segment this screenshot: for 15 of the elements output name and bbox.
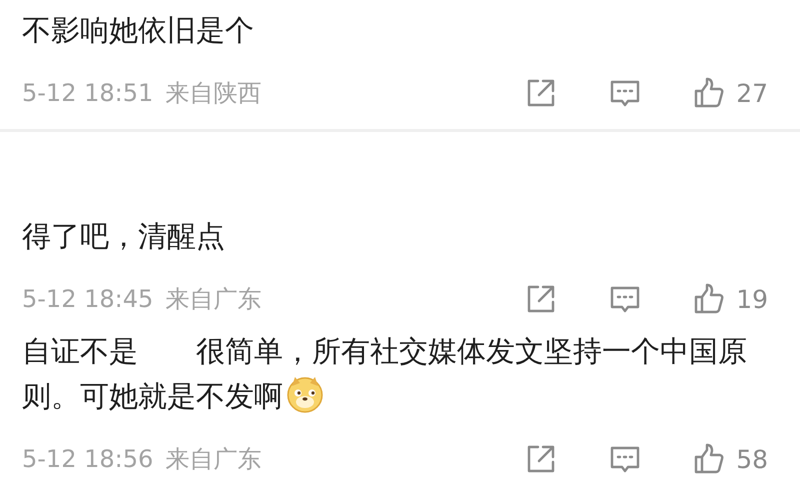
comment-time: 5-12 18:56 xyxy=(22,445,154,473)
comment-time: 5-12 18:51 xyxy=(22,79,154,107)
comment-time: 5-12 18:45 xyxy=(22,285,154,313)
like-count: 58 xyxy=(736,444,768,474)
like-count: 19 xyxy=(736,284,768,314)
comment-text: 不影响她依旧是个 xyxy=(22,12,255,49)
comment-location: 来自广东 xyxy=(165,284,262,315)
comment-location: 来自陕西 xyxy=(165,78,262,109)
thumbs-up-icon[interactable] xyxy=(692,442,726,476)
thumbs-up-icon[interactable] xyxy=(692,282,726,316)
comment-location: 来自广东 xyxy=(165,444,262,475)
like-count: 27 xyxy=(736,78,768,108)
thumbs-up-icon[interactable] xyxy=(692,76,726,110)
comment-text: 得了吧，清醒点 xyxy=(22,218,226,255)
comment-text: 自证不是 很简单，所有社交媒体发文坚持一个中国原则。可她就是不发啊 xyxy=(22,333,748,416)
